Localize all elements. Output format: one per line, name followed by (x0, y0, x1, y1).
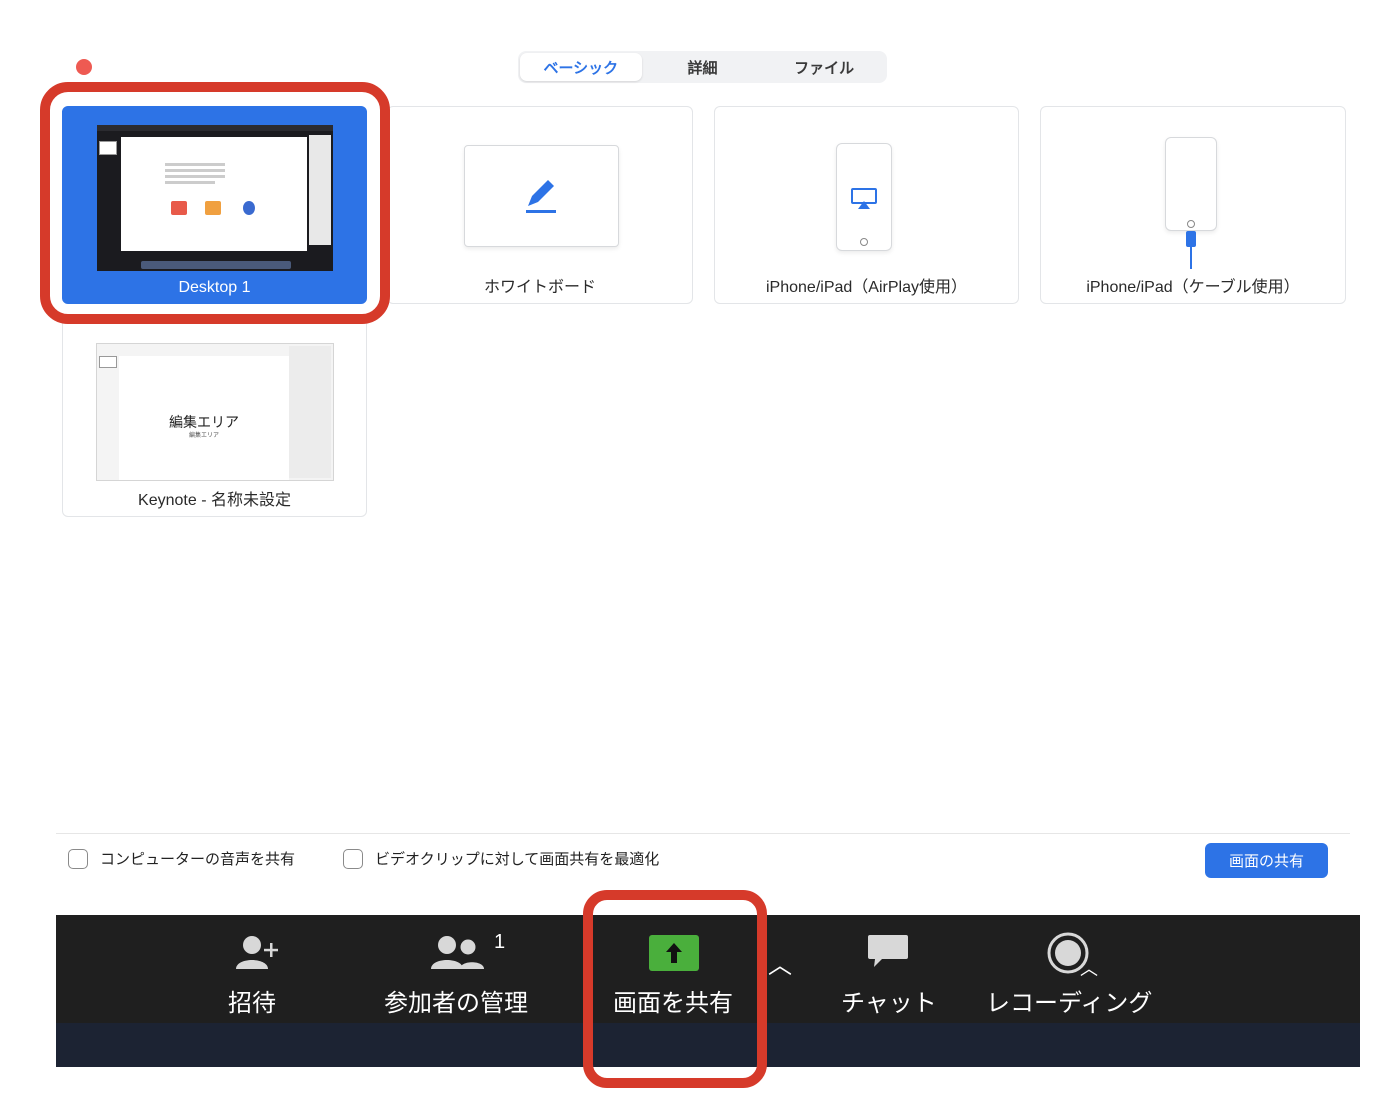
source-whiteboard[interactable]: ホワイトボード (387, 106, 693, 304)
chat-button[interactable]: チャット (836, 915, 946, 1023)
chat-icon (868, 935, 908, 967)
close-window-button[interactable] (76, 59, 92, 75)
pen-icon (526, 180, 556, 213)
options-divider (56, 833, 1350, 834)
tab-advanced[interactable]: 詳細 (642, 53, 764, 81)
share-screen-button[interactable]: 画面の共有 (1205, 843, 1328, 878)
optimize-video-label: ビデオクリップに対して画面共有を最適化 (375, 851, 660, 868)
participants-icon (431, 936, 484, 969)
participants-button[interactable]: 1 参加者の管理 (376, 915, 546, 1023)
participants-label: 参加者の管理 (384, 990, 528, 1017)
invite-label: 招待 (228, 990, 276, 1017)
share-audio-checkbox[interactable] (68, 848, 88, 869)
invite-button[interactable]: 招待 (216, 915, 288, 1023)
source-label: iPhone/iPad（ケーブル使用） (1086, 279, 1300, 296)
share-category-tabs: ベーシック 詳細 ファイル (518, 51, 887, 83)
highlight-share-screen (583, 890, 767, 1088)
keynote-slide-subtitle: 編集エリア (188, 433, 219, 439)
highlight-desktop-selection (40, 82, 390, 324)
share-audio-label: コンピューターの音声を共有 (100, 851, 296, 868)
source-iphone-cable[interactable]: iPhone/iPad（ケーブル使用） (1040, 106, 1346, 304)
cable-icon (1186, 231, 1196, 269)
airplay-icon (851, 188, 877, 209)
recording-label: レコーディング (986, 990, 1153, 1017)
share-options-chevron-icon[interactable]: ︿ (768, 945, 792, 980)
participants-count: 1 (494, 931, 506, 953)
optimize-video-option[interactable]: ビデオクリップに対して画面共有を最適化 (343, 848, 659, 869)
source-label: Keynote - 名称未設定 (138, 492, 291, 509)
keynote-slide-title: 編集エリア (169, 414, 239, 430)
tab-files[interactable]: ファイル (763, 53, 885, 81)
share-audio-option[interactable]: コンピューターの音声を共有 (68, 848, 295, 869)
source-label: ホワイトボード (483, 279, 596, 296)
source-keynote[interactable]: 編集エリア 編集エリア Keynote - 名称未設定 (62, 318, 367, 517)
chat-label: チャット (841, 990, 937, 1017)
tab-basic[interactable]: ベーシック (520, 53, 642, 81)
keynote-thumbnail: 編集エリア 編集エリア (96, 343, 334, 481)
source-iphone-airplay[interactable]: iPhone/iPad（AirPlay使用） (714, 106, 1019, 304)
add-person-icon (236, 936, 278, 969)
source-label: iPhone/iPad（AirPlay使用） (766, 279, 967, 296)
recording-options-chevron-icon[interactable]: ︿ (1080, 955, 1098, 981)
recording-button[interactable]: ︿ レコーディング (984, 915, 1154, 1023)
optimize-video-checkbox[interactable] (343, 848, 363, 869)
